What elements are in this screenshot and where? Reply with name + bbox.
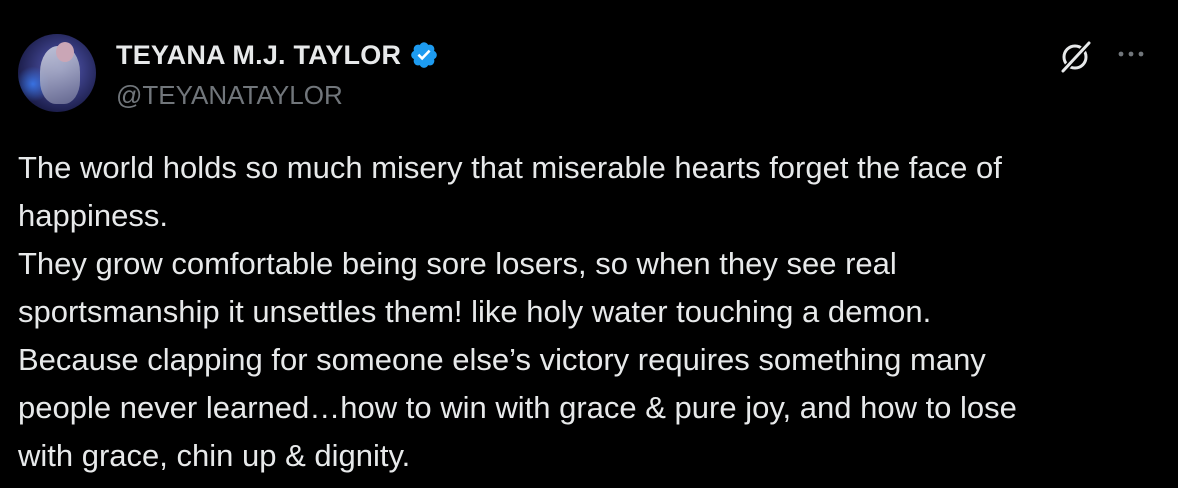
tweet-body: The world holds so much misery that mise…: [18, 144, 1168, 480]
verified-badge-icon[interactable]: [409, 40, 439, 70]
avatar-head: [56, 42, 74, 62]
tweet-text-line: happiness.: [18, 198, 168, 233]
avatar[interactable]: [18, 34, 96, 112]
author-name-row: TEYANA M.J. TAYLOR: [116, 38, 439, 72]
tweet-text-line: The world holds so much misery that mise…: [18, 150, 1002, 185]
tweet-text-line: with grace, chin up & dignity.: [18, 438, 411, 473]
tweet-text-line: people never learned…how to win with gra…: [18, 390, 1017, 425]
author-handle[interactable]: @TEYANATAYLOR: [116, 80, 343, 111]
grok-icon[interactable]: [1058, 38, 1094, 74]
tweet-card: TEYANA M.J. TAYLOR @TEYANATAYLOR The wor…: [0, 0, 1178, 488]
tweet-text-line: Because clapping for someone else’s vict…: [18, 342, 986, 377]
tweet-text-line: They grow comfortable being sore losers,…: [18, 246, 897, 281]
author-display-name[interactable]: TEYANA M.J. TAYLOR: [116, 40, 401, 71]
more-options-icon[interactable]: [1116, 46, 1146, 62]
tweet-text-line: sportsmanship it unsettles them! like ho…: [18, 294, 932, 329]
